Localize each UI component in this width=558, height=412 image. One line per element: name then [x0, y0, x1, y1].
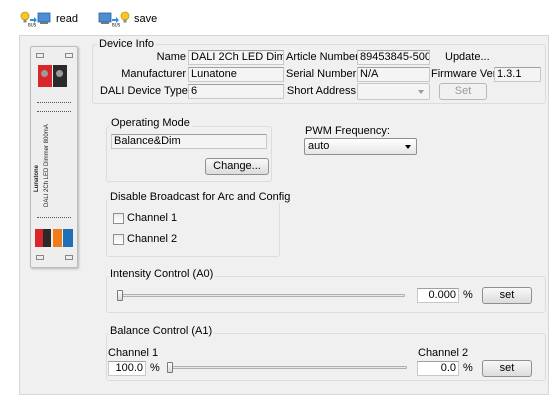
save-icon: BUS — [98, 11, 130, 27]
balance-channel1-unit: % — [150, 362, 160, 374]
terminal-black-bottom — [43, 229, 51, 247]
device-product-name: DALI 2Ch LED Dimmer 800mA — [44, 124, 50, 207]
balance-channel1-label: Channel 1 — [108, 347, 159, 359]
svg-text:BUS: BUS — [112, 23, 121, 28]
operating-mode-field[interactable]: Balance&Dim — [111, 134, 267, 149]
chevron-down-icon — [405, 145, 411, 149]
svg-text:BUS: BUS — [28, 23, 37, 28]
intensity-unit: % — [463, 289, 473, 301]
firmware-label: Firmware Ver — [431, 68, 497, 80]
channel2-checkbox-label[interactable]: Channel 2 — [127, 233, 177, 245]
serial-number-field[interactable]: N/A — [357, 67, 430, 82]
balance-slider-track[interactable] — [167, 366, 407, 369]
chevron-down-icon — [418, 90, 424, 94]
short-address-label: Short Address — [286, 85, 356, 97]
intensity-slider-thumb[interactable] — [117, 290, 123, 301]
broadcast-title: Disable Broadcast for Arc and Config — [108, 191, 293, 203]
channel1-checkbox-label[interactable]: Channel 1 — [127, 212, 177, 224]
mount-hole-2 — [65, 53, 73, 58]
intensity-set-button[interactable]: set — [482, 287, 532, 304]
manufacturer-field[interactable]: Lunatone — [188, 67, 284, 82]
device-type-field[interactable]: 6 — [188, 84, 284, 99]
name-label: Name — [156, 51, 186, 63]
balance-channel2-label: Channel 2 — [418, 347, 469, 359]
channel1-checkbox[interactable] — [113, 213, 124, 224]
balance-title: Balance Control (A1) — [108, 325, 215, 337]
mount-hole-3 — [36, 255, 44, 260]
pin-labels-bottom — [37, 217, 71, 223]
intensity-title: Intensity Control (A0) — [108, 268, 216, 280]
terminal-red-bottom — [35, 229, 43, 247]
device-info-title: Device Info — [97, 38, 157, 50]
pwm-frequency-label: PWM Frequency: — [305, 125, 390, 137]
balance-group — [106, 333, 546, 381]
balance-channel2-unit: % — [463, 362, 473, 374]
read-icon: BUS — [20, 11, 51, 28]
device-type-label: DALI Device Type — [100, 85, 188, 97]
manufacturer-label: Manufacturer — [121, 68, 186, 80]
name-field[interactable]: DALI 2Ch LED Dimm... — [188, 50, 284, 65]
mount-hole-4 — [65, 255, 73, 260]
read-button[interactable]: BUS read — [20, 11, 78, 27]
save-button[interactable]: BUS save — [98, 11, 157, 27]
terminal-screw-2 — [56, 70, 63, 77]
device-product-text: Lunatone — [34, 42, 44, 192]
intensity-slider-track[interactable] — [117, 294, 405, 297]
set-address-button[interactable]: Set — [439, 83, 487, 100]
article-number-field[interactable]: 89453845-500DE — [357, 50, 430, 65]
firmware-field[interactable]: 1.3.1 — [494, 67, 541, 82]
intensity-value-field[interactable]: 0.000 — [417, 288, 459, 303]
read-label: read — [56, 13, 79, 25]
pwm-frequency-select[interactable]: auto — [304, 138, 417, 155]
terminal-orange-bottom — [53, 229, 62, 247]
balance-channel1-field[interactable]: 100.0 — [108, 361, 146, 376]
balance-set-button[interactable]: set — [482, 360, 532, 377]
change-mode-button[interactable]: Change... — [205, 158, 269, 175]
terminal-blue-bottom — [63, 229, 73, 247]
balance-channel2-field[interactable]: 0.0 — [417, 361, 459, 376]
serial-number-label: Serial Number — [286, 68, 357, 80]
device-brand: Lunatone — [34, 165, 40, 192]
short-address-select[interactable] — [357, 83, 430, 100]
broadcast-group — [106, 199, 280, 257]
pwm-frequency-value: auto — [308, 140, 330, 152]
main-panel: Lunatone DALI 2Ch LED Dimmer 800mA Devic… — [19, 35, 549, 395]
article-number-label: Article Number — [286, 51, 359, 63]
channel2-checkbox[interactable] — [113, 234, 124, 245]
balance-slider-thumb[interactable] — [167, 362, 173, 373]
operating-mode-title: Operating Mode — [109, 117, 192, 129]
device-image: Lunatone DALI 2Ch LED Dimmer 800mA — [30, 46, 78, 268]
save-label: save — [134, 13, 158, 25]
update-link[interactable]: Update... — [445, 51, 490, 63]
